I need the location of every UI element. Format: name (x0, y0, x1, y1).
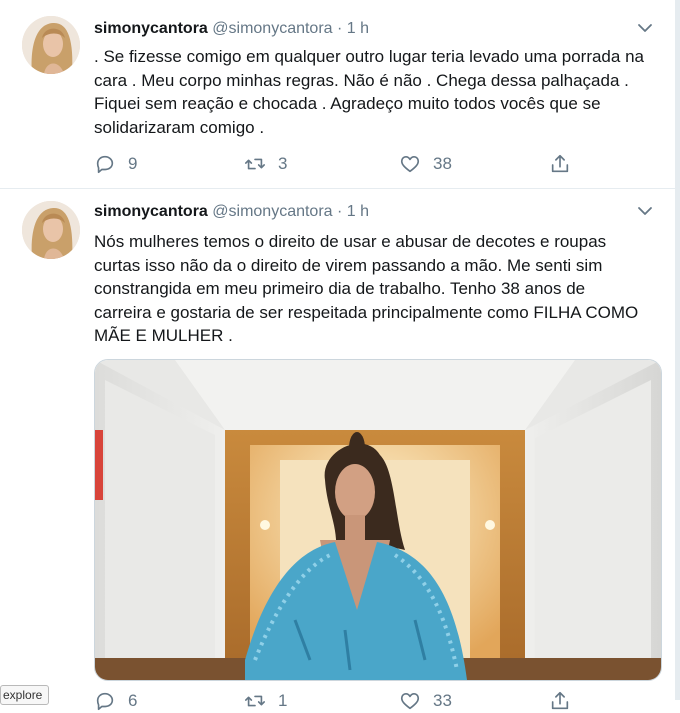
like-button[interactable]: 33 (399, 689, 452, 713)
share-button[interactable] (549, 152, 583, 176)
retweet-count: 3 (278, 154, 288, 173)
like-button[interactable]: 38 (399, 152, 452, 176)
retweet-button[interactable]: 3 (244, 152, 287, 176)
user-handle[interactable]: @simonycantora (212, 20, 332, 37)
retweet-icon (245, 695, 265, 707)
retweet-icon (245, 158, 265, 170)
right-scroll-gutter (675, 0, 680, 700)
tweet-text: Nós mulheres temos o direito de usar e a… (94, 232, 639, 345)
like-count: 33 (433, 691, 452, 710)
share-icon (551, 154, 569, 173)
tweet-actions: 9 3 38 (94, 152, 594, 176)
tweet-photo[interactable] (94, 359, 662, 681)
tweet[interactable]: simonycantora @simonycantora · 1 h . Se … (0, 0, 675, 189)
heart-icon (400, 156, 420, 173)
display-name[interactable]: simonycantora (94, 203, 208, 220)
tweet-actions: 6 1 33 (94, 689, 594, 713)
reply-count: 9 (128, 154, 138, 173)
tweet[interactable]: simonycantora @simonycantora · 1 h Nós m… (0, 189, 675, 711)
tweet-text: . Se fizesse comigo em qualquer outro lu… (94, 47, 644, 137)
chevron-down-icon[interactable] (637, 20, 653, 36)
tweet-header: simonycantora @simonycantora · 1 h (94, 203, 369, 225)
tweet-time[interactable]: · 1 h (337, 203, 369, 220)
tweet-header: simonycantora @simonycantora · 1 h (94, 20, 369, 42)
user-handle[interactable]: @simonycantora (212, 203, 332, 220)
hallway-photo (95, 360, 661, 680)
like-count: 38 (433, 154, 452, 173)
retweet-count: 1 (278, 691, 288, 710)
avatar[interactable] (22, 16, 80, 74)
display-name[interactable]: simonycantora (94, 20, 208, 37)
retweet-button[interactable]: 1 (244, 689, 287, 713)
chevron-down-icon[interactable] (637, 203, 653, 219)
share-button[interactable] (549, 689, 583, 713)
reply-button[interactable]: 6 (94, 689, 137, 713)
share-icon (551, 691, 569, 710)
explore-tooltip: explore (0, 685, 50, 705)
reply-icon (96, 692, 114, 711)
heart-icon (400, 693, 420, 710)
reply-button[interactable]: 9 (94, 152, 137, 176)
reply-count: 6 (128, 691, 138, 710)
reply-icon (96, 155, 114, 174)
tweet-time[interactable]: · 1 h (337, 20, 369, 37)
avatar[interactable] (22, 201, 80, 259)
